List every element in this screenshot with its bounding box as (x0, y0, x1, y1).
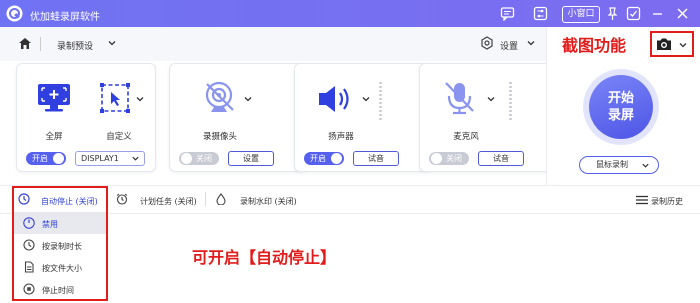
microphone-card: 麦克风 关闭 试音 (419, 63, 557, 172)
toggle-label: 开启 (310, 154, 326, 163)
close-icon[interactable] (675, 6, 690, 21)
speaker-test-button[interactable]: 试音 (353, 151, 399, 166)
watermark-icon[interactable] (215, 193, 227, 205)
speaker-volume-meter (379, 82, 382, 120)
camera-card: 录摄像头 关闭 设置 (169, 63, 307, 172)
toggle-knob (53, 153, 64, 164)
start-line-1: 开始 (607, 91, 634, 106)
auto-stop-annotation: 可开启【自动停止】 (192, 248, 337, 267)
gear-icon[interactable] (480, 36, 494, 50)
toggle-knob (331, 153, 342, 164)
speaker-toggle[interactable]: 开启 (304, 152, 344, 165)
recording-preset-label[interactable]: 录制预设 (57, 39, 93, 52)
speaker-card: 扬声器 开启 试音 (294, 63, 432, 172)
chevron-down-icon[interactable] (526, 38, 536, 48)
toggle-knob (181, 153, 192, 164)
microphone-volume-meter (509, 82, 512, 120)
settings-sliders-icon[interactable] (533, 6, 548, 21)
microphone-toggle[interactable]: 关闭 (429, 152, 469, 165)
feedback-icon[interactable] (626, 6, 641, 21)
alarm-clock-icon[interactable] (116, 193, 128, 205)
toggle-label: 关闭 (446, 154, 462, 163)
chevron-down-icon[interactable] (361, 94, 371, 104)
message-icon[interactable] (500, 6, 515, 21)
screen-card: 全屏 自定义 开启 DISPLAY1 (16, 63, 156, 172)
camera-screenshot-icon[interactable] (656, 37, 672, 51)
recording-history-link[interactable]: 录制历史 (651, 196, 683, 207)
watermark-toggle[interactable]: 录制水印 (关闭) (240, 196, 297, 207)
display-select[interactable]: DISPLAY1 (75, 151, 145, 166)
speaker-icon[interactable] (317, 82, 355, 116)
camera-settings-button[interactable]: 设置 (228, 151, 274, 166)
microphone-icon[interactable] (442, 80, 478, 116)
settings-label[interactable]: 设置 (500, 39, 518, 52)
toggle-label: 开启 (32, 154, 48, 163)
fullscreen-label: 全屏 (45, 132, 63, 142)
chevron-down-icon[interactable] (486, 94, 496, 104)
minimize-icon[interactable] (650, 6, 665, 21)
divider (205, 192, 206, 206)
toolbar-divider (40, 37, 41, 51)
custom-label: 自定义 (106, 132, 132, 142)
chevron-down-icon (132, 156, 139, 161)
chevron-down-icon[interactable] (107, 38, 117, 48)
fullscreen-icon[interactable] (36, 82, 72, 114)
logo-icon (6, 5, 23, 22)
custom-region-icon[interactable] (99, 82, 131, 114)
app-title: 优加蛙录屏软件 (30, 12, 100, 23)
start-line-2: 录屏 (607, 108, 634, 123)
microphone-test-button[interactable]: 试音 (478, 151, 524, 166)
toggle-label: 关闭 (196, 154, 212, 163)
chevron-down-icon[interactable] (678, 40, 688, 50)
list-icon[interactable] (636, 195, 648, 205)
mouse-record-label: 鼠标录制 (596, 160, 628, 169)
camera-toggle[interactable]: 关闭 (179, 152, 219, 165)
annotation-box (12, 186, 108, 301)
toggle-knob (431, 153, 442, 164)
home-icon[interactable] (18, 37, 32, 50)
microphone-label: 麦克风 (453, 132, 479, 142)
pin-icon[interactable] (605, 6, 620, 21)
chevron-down-icon[interactable] (243, 94, 253, 104)
mouse-record-dropdown[interactable]: 鼠标录制 (579, 156, 659, 174)
fullscreen-toggle[interactable]: 开启 (26, 152, 66, 165)
chevron-down-icon[interactable] (135, 94, 145, 104)
mini-window-button[interactable]: 小窗口 (562, 6, 600, 23)
speaker-label: 扬声器 (328, 132, 354, 142)
display-select-value: DISPLAY1 (81, 154, 119, 163)
camera-label: 录摄像头 (202, 132, 237, 142)
scheduled-task-toggle[interactable]: 计划任务 (关闭) (140, 196, 197, 207)
chevron-down-icon (642, 163, 649, 168)
screenshot-feature-annotation: 截图功能 (562, 36, 627, 55)
camera-icon[interactable] (202, 80, 238, 116)
start-recording-button[interactable]: 开始 录屏 (589, 75, 653, 139)
